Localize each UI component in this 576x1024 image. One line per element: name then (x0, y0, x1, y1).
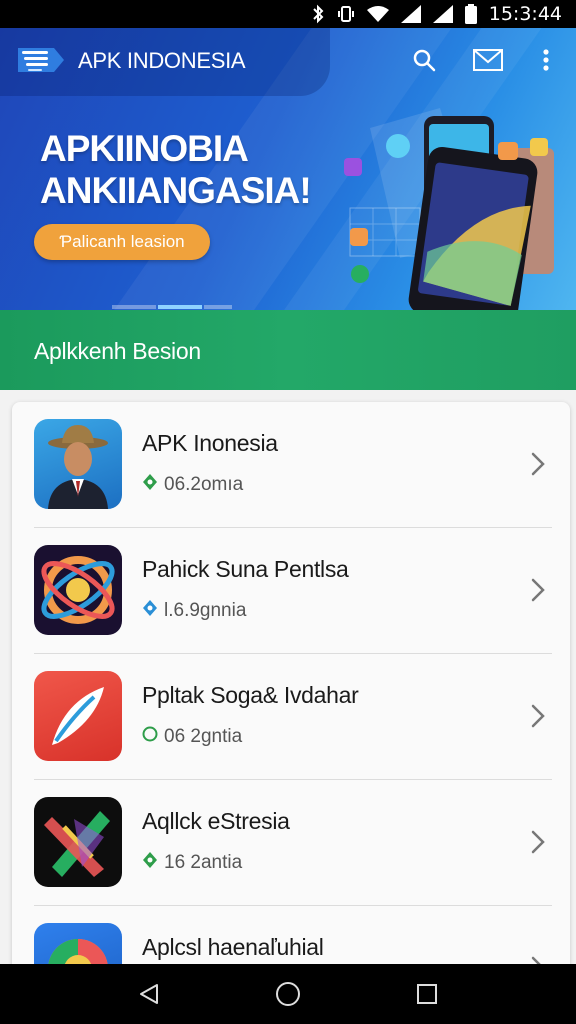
app-name: Aqllck eStresia (142, 808, 290, 834)
carousel-dot-active[interactable] (158, 305, 202, 309)
bluetooth-icon (311, 4, 325, 24)
carousel-dot[interactable] (112, 305, 156, 309)
chevron-right-icon[interactable] (528, 576, 548, 604)
app-size: 16 2antia (164, 852, 243, 873)
app-size: 06.2omıa (164, 474, 244, 495)
hero-cta-button[interactable]: Ƥalicanh leasion (34, 224, 210, 260)
hero-banner[interactable]: APK INDONESIA APKIINOBIA ANKIIANGASIA! Ƥ… (0, 28, 576, 310)
mail-icon[interactable] (470, 42, 506, 78)
signal-icon (432, 5, 453, 23)
search-icon[interactable] (406, 42, 442, 78)
phones-illustration (344, 108, 554, 310)
verified-badge-icon (142, 726, 158, 748)
battery-icon (464, 4, 477, 24)
verified-badge-icon (142, 600, 158, 622)
orbit-logo-icon (34, 545, 122, 635)
hero-title-line-1: APKIINOBIA (40, 128, 249, 169)
app-name: Pahick Suna Pentlsa (142, 556, 349, 582)
chevron-right-icon[interactable] (528, 828, 548, 856)
app-bar: APK INDONESIA (0, 28, 576, 94)
back-icon[interactable] (129, 974, 169, 1014)
status-bar: 15:3:44 (0, 0, 576, 28)
verified-badge-icon (142, 474, 158, 496)
carousel-indicator (112, 305, 232, 309)
status-time: 15:3:44 (488, 3, 562, 25)
app-title: APK INDONESIA (78, 48, 246, 73)
home-icon[interactable] (268, 974, 308, 1014)
signal-icon (400, 5, 421, 23)
feather-icon (34, 671, 122, 761)
person-avatar-icon (34, 419, 122, 509)
verified-badge-icon (142, 852, 158, 874)
app-name: Ppltak Soga& Ivdahar (142, 682, 359, 708)
wifi-icon (366, 5, 389, 23)
list-item[interactable]: Ppltak Soga& Ivdahar 06 2gntia (12, 654, 570, 780)
section-title: Aplkkenh Besion (34, 338, 201, 364)
app-meta: 06.2omıa (142, 474, 243, 496)
app-list-card: APK Inonesia 06.2omıa Pahick Suna Pentls… (12, 402, 570, 982)
app-size: l.6.9gnnia (164, 600, 247, 621)
chevron-right-icon[interactable] (528, 450, 548, 478)
more-vert-icon[interactable] (528, 42, 564, 78)
list-item[interactable]: APK Inonesia 06.2omıa (12, 402, 570, 528)
hero-title: APKIINOBIA ANKIIANGASIA! (40, 128, 312, 212)
system-nav-bar (0, 964, 576, 1024)
chevron-right-icon[interactable] (528, 702, 548, 730)
recents-icon[interactable] (407, 974, 447, 1014)
app-meta: 06 2gntia (142, 726, 242, 748)
app-logo-icon (18, 48, 64, 72)
vibrate-icon (337, 4, 355, 24)
list-item[interactable]: Aqllck eStresia 16 2antia (12, 780, 570, 906)
app-name: APK Inonesia (142, 430, 278, 456)
list-item[interactable]: Pahick Suna Pentlsa l.6.9gnnia (12, 528, 570, 654)
hero-title-line-2: ANKIIANGASIA! (40, 170, 312, 211)
carousel-dot[interactable] (204, 305, 232, 309)
app-meta: l.6.9gnnia (142, 600, 246, 622)
app-meta: 16 2antia (142, 852, 242, 874)
app-name: Aplcsl haenaľuhial (142, 934, 324, 960)
pencil-ruler-icon (34, 797, 122, 887)
section-header: Aplkkenh Besion (0, 310, 576, 390)
app-size: 06 2gntia (164, 726, 243, 747)
